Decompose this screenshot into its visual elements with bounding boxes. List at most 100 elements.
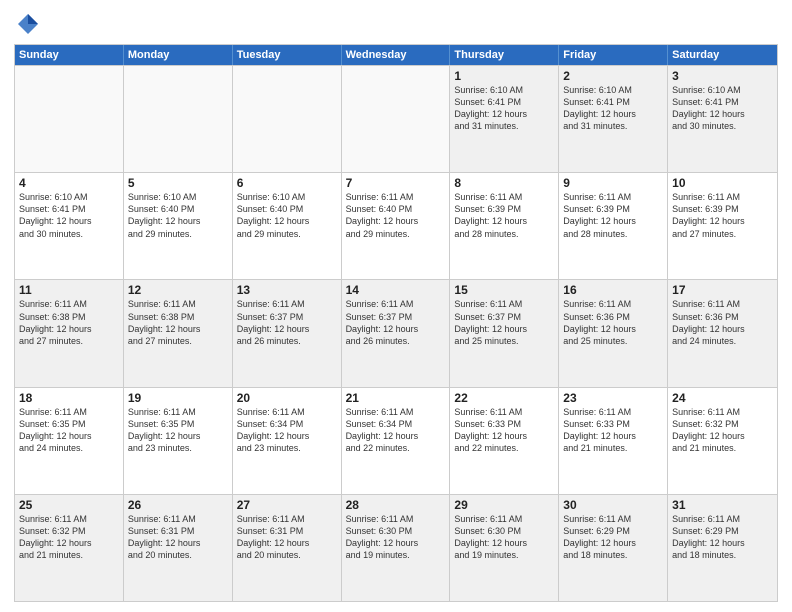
day-cell-4: 4Sunrise: 6:10 AMSunset: 6:41 PMDaylight… [15,173,124,279]
day-cell-27: 27Sunrise: 6:11 AMSunset: 6:31 PMDayligh… [233,495,342,601]
day-info: Sunrise: 6:11 AMSunset: 6:35 PMDaylight:… [19,406,119,455]
day-info: Sunrise: 6:11 AMSunset: 6:31 PMDaylight:… [128,513,228,562]
day-cell-30: 30Sunrise: 6:11 AMSunset: 6:29 PMDayligh… [559,495,668,601]
day-cell-1: 1Sunrise: 6:10 AMSunset: 6:41 PMDaylight… [450,66,559,172]
day-number: 26 [128,498,228,512]
day-cell-3: 3Sunrise: 6:10 AMSunset: 6:41 PMDaylight… [668,66,777,172]
day-number: 19 [128,391,228,405]
day-cell-8: 8Sunrise: 6:11 AMSunset: 6:39 PMDaylight… [450,173,559,279]
day-cell-22: 22Sunrise: 6:11 AMSunset: 6:33 PMDayligh… [450,388,559,494]
day-cell-empty-0 [15,66,124,172]
day-info: Sunrise: 6:11 AMSunset: 6:29 PMDaylight:… [672,513,773,562]
day-cell-12: 12Sunrise: 6:11 AMSunset: 6:38 PMDayligh… [124,280,233,386]
calendar-body: 1Sunrise: 6:10 AMSunset: 6:41 PMDaylight… [15,65,777,601]
header-cell-friday: Friday [559,45,668,65]
day-info: Sunrise: 6:11 AMSunset: 6:35 PMDaylight:… [128,406,228,455]
header-cell-wednesday: Wednesday [342,45,451,65]
day-info: Sunrise: 6:11 AMSunset: 6:37 PMDaylight:… [454,298,554,347]
header-cell-saturday: Saturday [668,45,777,65]
day-cell-20: 20Sunrise: 6:11 AMSunset: 6:34 PMDayligh… [233,388,342,494]
week-row-3: 11Sunrise: 6:11 AMSunset: 6:38 PMDayligh… [15,279,777,386]
day-info: Sunrise: 6:11 AMSunset: 6:33 PMDaylight:… [454,406,554,455]
day-cell-31: 31Sunrise: 6:11 AMSunset: 6:29 PMDayligh… [668,495,777,601]
calendar-header: SundayMondayTuesdayWednesdayThursdayFrid… [15,45,777,65]
day-cell-24: 24Sunrise: 6:11 AMSunset: 6:32 PMDayligh… [668,388,777,494]
day-info: Sunrise: 6:11 AMSunset: 6:33 PMDaylight:… [563,406,663,455]
day-cell-empty-3 [342,66,451,172]
day-info: Sunrise: 6:11 AMSunset: 6:32 PMDaylight:… [672,406,773,455]
day-info: Sunrise: 6:11 AMSunset: 6:31 PMDaylight:… [237,513,337,562]
day-cell-15: 15Sunrise: 6:11 AMSunset: 6:37 PMDayligh… [450,280,559,386]
day-info: Sunrise: 6:11 AMSunset: 6:39 PMDaylight:… [563,191,663,240]
day-info: Sunrise: 6:10 AMSunset: 6:41 PMDaylight:… [672,84,773,133]
day-cell-7: 7Sunrise: 6:11 AMSunset: 6:40 PMDaylight… [342,173,451,279]
day-number: 24 [672,391,773,405]
week-row-2: 4Sunrise: 6:10 AMSunset: 6:41 PMDaylight… [15,172,777,279]
header-cell-tuesday: Tuesday [233,45,342,65]
day-cell-16: 16Sunrise: 6:11 AMSunset: 6:36 PMDayligh… [559,280,668,386]
day-number: 31 [672,498,773,512]
day-number: 3 [672,69,773,83]
day-cell-29: 29Sunrise: 6:11 AMSunset: 6:30 PMDayligh… [450,495,559,601]
day-number: 27 [237,498,337,512]
day-cell-19: 19Sunrise: 6:11 AMSunset: 6:35 PMDayligh… [124,388,233,494]
day-cell-6: 6Sunrise: 6:10 AMSunset: 6:40 PMDaylight… [233,173,342,279]
header-cell-thursday: Thursday [450,45,559,65]
day-info: Sunrise: 6:10 AMSunset: 6:40 PMDaylight:… [128,191,228,240]
day-cell-18: 18Sunrise: 6:11 AMSunset: 6:35 PMDayligh… [15,388,124,494]
day-number: 2 [563,69,663,83]
day-info: Sunrise: 6:11 AMSunset: 6:30 PMDaylight:… [454,513,554,562]
day-number: 5 [128,176,228,190]
day-info: Sunrise: 6:11 AMSunset: 6:36 PMDaylight:… [563,298,663,347]
day-number: 15 [454,283,554,297]
day-number: 30 [563,498,663,512]
day-info: Sunrise: 6:11 AMSunset: 6:34 PMDaylight:… [346,406,446,455]
day-info: Sunrise: 6:10 AMSunset: 6:41 PMDaylight:… [19,191,119,240]
day-info: Sunrise: 6:11 AMSunset: 6:37 PMDaylight:… [346,298,446,347]
day-info: Sunrise: 6:11 AMSunset: 6:30 PMDaylight:… [346,513,446,562]
logo [14,10,46,38]
day-number: 17 [672,283,773,297]
week-row-5: 25Sunrise: 6:11 AMSunset: 6:32 PMDayligh… [15,494,777,601]
day-number: 9 [563,176,663,190]
day-info: Sunrise: 6:11 AMSunset: 6:39 PMDaylight:… [454,191,554,240]
day-cell-5: 5Sunrise: 6:10 AMSunset: 6:40 PMDaylight… [124,173,233,279]
day-number: 4 [19,176,119,190]
day-number: 16 [563,283,663,297]
day-number: 23 [563,391,663,405]
day-cell-empty-2 [233,66,342,172]
day-cell-11: 11Sunrise: 6:11 AMSunset: 6:38 PMDayligh… [15,280,124,386]
day-info: Sunrise: 6:11 AMSunset: 6:32 PMDaylight:… [19,513,119,562]
day-number: 18 [19,391,119,405]
day-number: 7 [346,176,446,190]
day-cell-empty-1 [124,66,233,172]
day-number: 20 [237,391,337,405]
day-info: Sunrise: 6:11 AMSunset: 6:37 PMDaylight:… [237,298,337,347]
week-row-4: 18Sunrise: 6:11 AMSunset: 6:35 PMDayligh… [15,387,777,494]
day-info: Sunrise: 6:11 AMSunset: 6:39 PMDaylight:… [672,191,773,240]
day-cell-25: 25Sunrise: 6:11 AMSunset: 6:32 PMDayligh… [15,495,124,601]
day-cell-23: 23Sunrise: 6:11 AMSunset: 6:33 PMDayligh… [559,388,668,494]
day-number: 22 [454,391,554,405]
day-cell-9: 9Sunrise: 6:11 AMSunset: 6:39 PMDaylight… [559,173,668,279]
day-number: 21 [346,391,446,405]
day-number: 13 [237,283,337,297]
day-cell-21: 21Sunrise: 6:11 AMSunset: 6:34 PMDayligh… [342,388,451,494]
day-info: Sunrise: 6:11 AMSunset: 6:38 PMDaylight:… [128,298,228,347]
day-number: 8 [454,176,554,190]
day-cell-13: 13Sunrise: 6:11 AMSunset: 6:37 PMDayligh… [233,280,342,386]
day-cell-10: 10Sunrise: 6:11 AMSunset: 6:39 PMDayligh… [668,173,777,279]
day-number: 29 [454,498,554,512]
page: SundayMondayTuesdayWednesdayThursdayFrid… [0,0,792,612]
day-info: Sunrise: 6:11 AMSunset: 6:34 PMDaylight:… [237,406,337,455]
day-number: 25 [19,498,119,512]
day-cell-28: 28Sunrise: 6:11 AMSunset: 6:30 PMDayligh… [342,495,451,601]
day-info: Sunrise: 6:11 AMSunset: 6:29 PMDaylight:… [563,513,663,562]
day-cell-14: 14Sunrise: 6:11 AMSunset: 6:37 PMDayligh… [342,280,451,386]
day-number: 1 [454,69,554,83]
day-number: 11 [19,283,119,297]
day-info: Sunrise: 6:11 AMSunset: 6:38 PMDaylight:… [19,298,119,347]
day-number: 12 [128,283,228,297]
day-info: Sunrise: 6:10 AMSunset: 6:41 PMDaylight:… [454,84,554,133]
day-cell-17: 17Sunrise: 6:11 AMSunset: 6:36 PMDayligh… [668,280,777,386]
